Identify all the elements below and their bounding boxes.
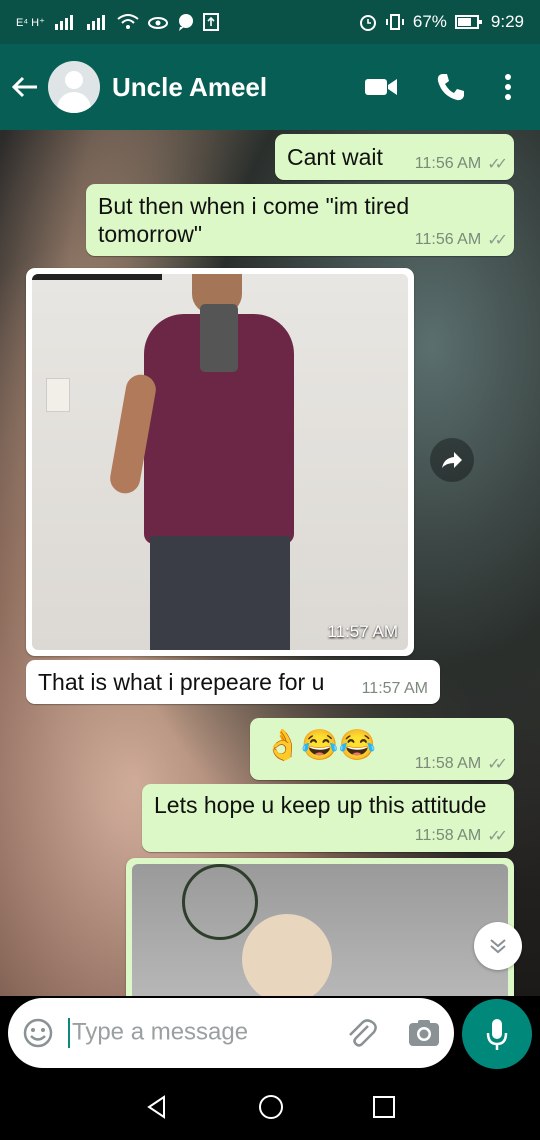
message-bubble-outgoing[interactable]: But then when i come "im tired tomorrow"… xyxy=(86,184,514,256)
signal-icon xyxy=(54,15,73,30)
system-nav-bar xyxy=(0,1074,540,1140)
header-actions xyxy=(364,72,540,102)
contact-name[interactable]: Uncle Ameel xyxy=(112,72,364,103)
mic-icon xyxy=(486,1019,508,1050)
nav-back-icon[interactable] xyxy=(144,1094,170,1120)
battery-icon xyxy=(454,15,482,29)
message-bubble-outgoing[interactable]: Lets hope u keep up this attitude 11:58 … xyxy=(142,784,514,852)
message-text: That is what i prepeare for u xyxy=(38,669,325,695)
vibrate-icon xyxy=(385,14,404,30)
status-right: 67% 9:29 xyxy=(359,12,524,32)
read-ticks-icon: ✓✓ xyxy=(487,156,508,173)
image-message-incoming[interactable]: 11:57 AM xyxy=(26,268,414,656)
upload-icon xyxy=(202,13,219,31)
message-bubble-incoming[interactable]: That is what i prepeare for u 11:57 AM xyxy=(26,660,440,704)
more-vert-icon[interactable] xyxy=(504,73,512,101)
status-left: E⁴ H⁺ xyxy=(16,13,219,31)
avatar[interactable] xyxy=(48,61,100,113)
clock: 9:29 xyxy=(490,12,524,31)
image-message-outgoing[interactable] xyxy=(126,858,514,996)
alarm-icon xyxy=(359,15,376,31)
chat-bubble-icon xyxy=(178,14,193,31)
status-bar: E⁴ H⁺ 67% 9:29 xyxy=(0,0,540,44)
message-bubble-outgoing[interactable]: 👌😂😂 11:58 AM ✓✓ xyxy=(250,718,514,780)
message-time: 11:58 AM xyxy=(414,755,482,772)
text-caret xyxy=(68,1018,70,1048)
message-bubble-outgoing[interactable]: Cant wait 11:56 AM ✓✓ xyxy=(275,134,514,180)
message-time: 11:56 AM xyxy=(414,231,482,248)
message-text: But then when i come "im tired tomorrow" xyxy=(98,193,410,247)
read-ticks-icon: ✓✓ xyxy=(487,756,508,773)
photo[interactable] xyxy=(132,864,508,996)
emoji-icon[interactable] xyxy=(22,1017,54,1049)
forward-icon[interactable] xyxy=(430,438,474,482)
message-emoji: 👌😂😂 xyxy=(264,729,377,762)
network-label: E⁴ H⁺ xyxy=(16,16,45,29)
signal-icon-2 xyxy=(86,15,105,30)
message-time: 11:56 AM xyxy=(414,155,482,172)
back-arrow-icon[interactable] xyxy=(2,57,48,117)
message-meta: 11:56 AM ✓✓ xyxy=(414,154,508,174)
message-text: Lets hope u keep up this attitude xyxy=(154,792,487,818)
message-composer[interactable]: Type a message xyxy=(8,998,454,1068)
nav-recents-icon[interactable] xyxy=(372,1095,396,1119)
message-meta: 11:58 AM ✓✓ xyxy=(414,826,508,846)
message-meta: 11:56 AM ✓✓ xyxy=(414,230,508,250)
photo[interactable]: 11:57 AM xyxy=(32,274,408,650)
camera-icon[interactable] xyxy=(408,1019,440,1047)
photo-switch xyxy=(46,378,70,412)
read-ticks-icon: ✓✓ xyxy=(487,828,508,845)
photo-phone xyxy=(200,304,238,372)
chat-area[interactable]: Cant wait 11:56 AM ✓✓ But then when i com… xyxy=(0,130,540,996)
video-call-icon[interactable] xyxy=(364,76,398,98)
eye-icon xyxy=(147,17,168,29)
read-ticks-icon: ✓✓ xyxy=(487,232,508,249)
battery-percent: 67% xyxy=(412,12,447,31)
phone-icon[interactable] xyxy=(436,72,466,102)
scroll-down-icon[interactable] xyxy=(474,922,522,970)
message-time: 11:57 AM xyxy=(361,680,428,697)
photo-hanger xyxy=(32,274,162,280)
message-meta: 11:58 AM ✓✓ xyxy=(414,754,508,774)
photo-dog xyxy=(242,914,332,996)
photo-jeans xyxy=(150,536,290,650)
photo-leash xyxy=(182,864,258,940)
message-text: Cant wait xyxy=(287,144,383,170)
mic-button[interactable] xyxy=(462,999,532,1069)
attach-icon[interactable] xyxy=(344,1016,378,1050)
message-time: 11:58 AM xyxy=(414,827,482,844)
wifi-icon xyxy=(117,14,139,29)
message-input[interactable]: Type a message xyxy=(68,1018,344,1048)
nav-home-icon[interactable] xyxy=(257,1093,285,1121)
image-time: 11:57 AM xyxy=(327,622,398,641)
chat-header: Uncle Ameel xyxy=(0,44,540,130)
message-input-placeholder: Type a message xyxy=(72,1018,249,1046)
